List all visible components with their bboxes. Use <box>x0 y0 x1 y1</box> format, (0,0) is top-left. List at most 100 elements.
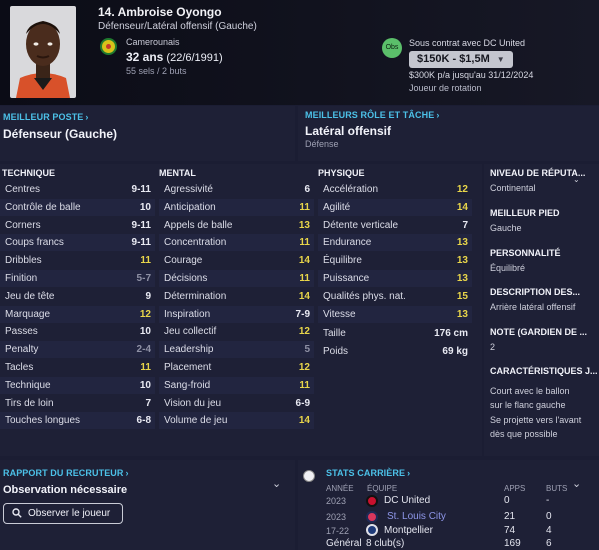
career-goals: 0 <box>546 511 552 522</box>
attribute-row-mental[interactable]: Anticipation 11 <box>159 198 314 216</box>
attribute-value: 11 <box>140 362 151 373</box>
attribute-row-technique[interactable]: Touches longues 6-8 <box>0 412 155 430</box>
attribute-value: 7 <box>145 397 151 409</box>
scout-report-title[interactable]: RAPPORT DU RECRUTEUR › <box>3 468 129 478</box>
attribute-value: 14 <box>298 255 310 267</box>
chevron-right-icon: › <box>436 110 440 120</box>
attribute-row-mental[interactable]: Appels de balle 13 <box>159 217 314 234</box>
attribute-row-mental[interactable]: Vision du jeu 6-9 <box>159 395 314 412</box>
player-traits-label: CARACTÉRISTIQUES J... <box>490 366 598 376</box>
col-apps-header: APPS <box>504 484 526 493</box>
attribute-row-physique[interactable]: Équilibre 13 <box>318 252 472 269</box>
mental-title: MENTAL <box>159 168 196 178</box>
career-year: 2023 <box>326 496 347 506</box>
career-year: 17-22 <box>326 526 350 536</box>
scout-report-title-text: RAPPORT DU RECRUTEUR <box>3 468 124 478</box>
attribute-row-mental[interactable]: Détermination 14 <box>159 288 314 305</box>
attribute-row-technique[interactable]: Passes 10 <box>0 323 155 340</box>
attribute-row-technique[interactable]: Corners 9-11 <box>0 217 155 234</box>
technique-title: TECHNIQUE <box>2 168 56 178</box>
attribute-row-technique[interactable]: Penalty 2-4 <box>0 341 155 359</box>
career-team-link[interactable]: St. Louis City <box>387 511 446 522</box>
career-stats-title-text: STATS CARRIÈRE <box>326 468 406 478</box>
scout-player-button[interactable]: Observer le joueur <box>3 503 123 524</box>
attribute-name: Inspiration <box>164 308 211 320</box>
contract-status[interactable]: Sous contrat avec DC United <box>409 38 525 48</box>
attribute-row-physique[interactable]: Puissance 13 <box>318 270 472 287</box>
attribute-row-technique[interactable]: Centres 9-11 <box>0 181 155 198</box>
attribute-value: 13 <box>456 273 468 284</box>
attribute-row-technique[interactable]: Tirs de loin 7 <box>0 395 155 412</box>
attribute-row-physique[interactable]: Endurance 13 <box>318 234 472 252</box>
chevron-down-icon: ▼ <box>496 55 505 64</box>
career-team: DC United <box>384 495 431 506</box>
attribute-name: Volume de jeu <box>164 415 228 427</box>
attribute-row-technique[interactable]: Contrôle de balle 10 <box>0 198 155 216</box>
attribute-name: Coups francs <box>5 237 64 249</box>
chevron-down-icon[interactable]: ⌄ <box>272 477 281 490</box>
career-total-label: Général <box>326 538 362 549</box>
attribute-row-mental[interactable]: Leadership 5 <box>159 341 314 359</box>
attribute-value: 13 <box>298 219 310 231</box>
attribute-row-physique[interactable]: Agilité 14 <box>318 198 472 216</box>
attribute-name: Qualités phys. nat. <box>323 290 406 302</box>
attribute-row-physique[interactable]: Qualités phys. nat. 15 <box>318 288 472 305</box>
chevron-down-icon[interactable]: ⌄ <box>572 477 581 490</box>
attribute-row-physique[interactable]: Vitesse 13 <box>318 305 472 323</box>
attribute-name: Placement <box>164 362 212 373</box>
attribute-name: Jeu collectif <box>164 326 217 338</box>
attribute-row-mental[interactable]: Agressivité 6 <box>159 181 314 198</box>
reputation-label: NIVEAU DE RÉPUTA... <box>490 168 586 178</box>
career-total-goals: 6 <box>546 538 552 549</box>
attribute-row-technique[interactable]: Finition 5-7 <box>0 270 155 287</box>
col-year-header: ANNÉE <box>326 484 354 493</box>
attribute-name: Puissance <box>323 273 370 284</box>
player-header: 14. Ambroise Oyongo Défenseur/Latéral of… <box>0 0 599 105</box>
attribute-row-technique[interactable]: Tacles 11 <box>0 359 155 376</box>
attribute-name: Vitesse <box>323 308 356 320</box>
personality-value: Équilibré <box>490 263 526 273</box>
attribute-row-mental[interactable]: Volume de jeu 14 <box>159 412 314 430</box>
col-goals-header: BUTS <box>546 484 568 493</box>
player-nationality[interactable]: Camerounais <box>126 37 180 47</box>
attribute-row-technique[interactable]: Dribbles 11 <box>0 252 155 269</box>
attribute-value: 12 <box>298 362 310 373</box>
best-position-title[interactable]: MEILLEUR POSTE › <box>3 112 89 122</box>
attribute-row-technique[interactable]: Jeu de tête 9 <box>0 288 155 305</box>
height-value: 176 cm <box>434 328 468 339</box>
trait-line: sur le flanc gauche <box>490 400 566 410</box>
attribute-value: 10 <box>139 379 151 391</box>
attribute-value: 5 <box>304 344 310 356</box>
scouting-status-badge[interactable]: Obs <box>382 38 402 58</box>
height-label: Taille <box>323 328 346 339</box>
attribute-value: 13 <box>456 308 468 320</box>
attribute-row-mental[interactable]: Jeu collectif 12 <box>159 323 314 340</box>
attribute-row-physique[interactable]: Détente verticale 7 <box>318 217 472 234</box>
chevron-down-icon[interactable]: ⌄ <box>573 175 580 184</box>
attribute-row-physique[interactable]: Accélération 12 <box>318 181 472 198</box>
attribute-row-mental[interactable]: Sang-froid 11 <box>159 376 314 394</box>
attribute-row-mental[interactable]: Inspiration 7-9 <box>159 305 314 323</box>
attribute-name: Touches longues <box>5 415 81 427</box>
attribute-name: Détermination <box>164 290 227 302</box>
attribute-name: Anticipation <box>164 201 216 213</box>
career-stats-title[interactable]: STATS CARRIÈRE › <box>326 468 410 478</box>
attribute-name: Jeu de tête <box>5 290 55 302</box>
attribute-name: Appels de balle <box>164 219 233 231</box>
attribute-row-mental[interactable]: Décisions 11 <box>159 270 314 287</box>
attribute-row-technique[interactable]: Marquage 12 <box>0 305 155 323</box>
transfer-value[interactable]: $150K - $1,5M ▼ <box>409 51 513 68</box>
attribute-value: 11 <box>140 255 151 267</box>
attribute-name: Centres <box>5 184 41 195</box>
attribute-row-mental[interactable]: Courage 14 <box>159 252 314 269</box>
attribute-value: 9-11 <box>131 184 151 195</box>
attribute-row-technique[interactable]: Coups francs 9-11 <box>0 234 155 252</box>
preferred-foot-label: MEILLEUR PIED <box>490 208 560 218</box>
attribute-value: 5-7 <box>136 273 151 284</box>
attribute-row-mental[interactable]: Concentration 11 <box>159 234 314 252</box>
trait-line: dès que possible <box>490 429 558 439</box>
personality-label: PERSONNALITÉ <box>490 248 561 258</box>
attribute-row-technique[interactable]: Technique 10 <box>0 376 155 394</box>
best-role-title[interactable]: MEILLEURS RÔLE ET TÂCHE › <box>305 110 439 120</box>
attribute-row-mental[interactable]: Placement 12 <box>159 359 314 376</box>
